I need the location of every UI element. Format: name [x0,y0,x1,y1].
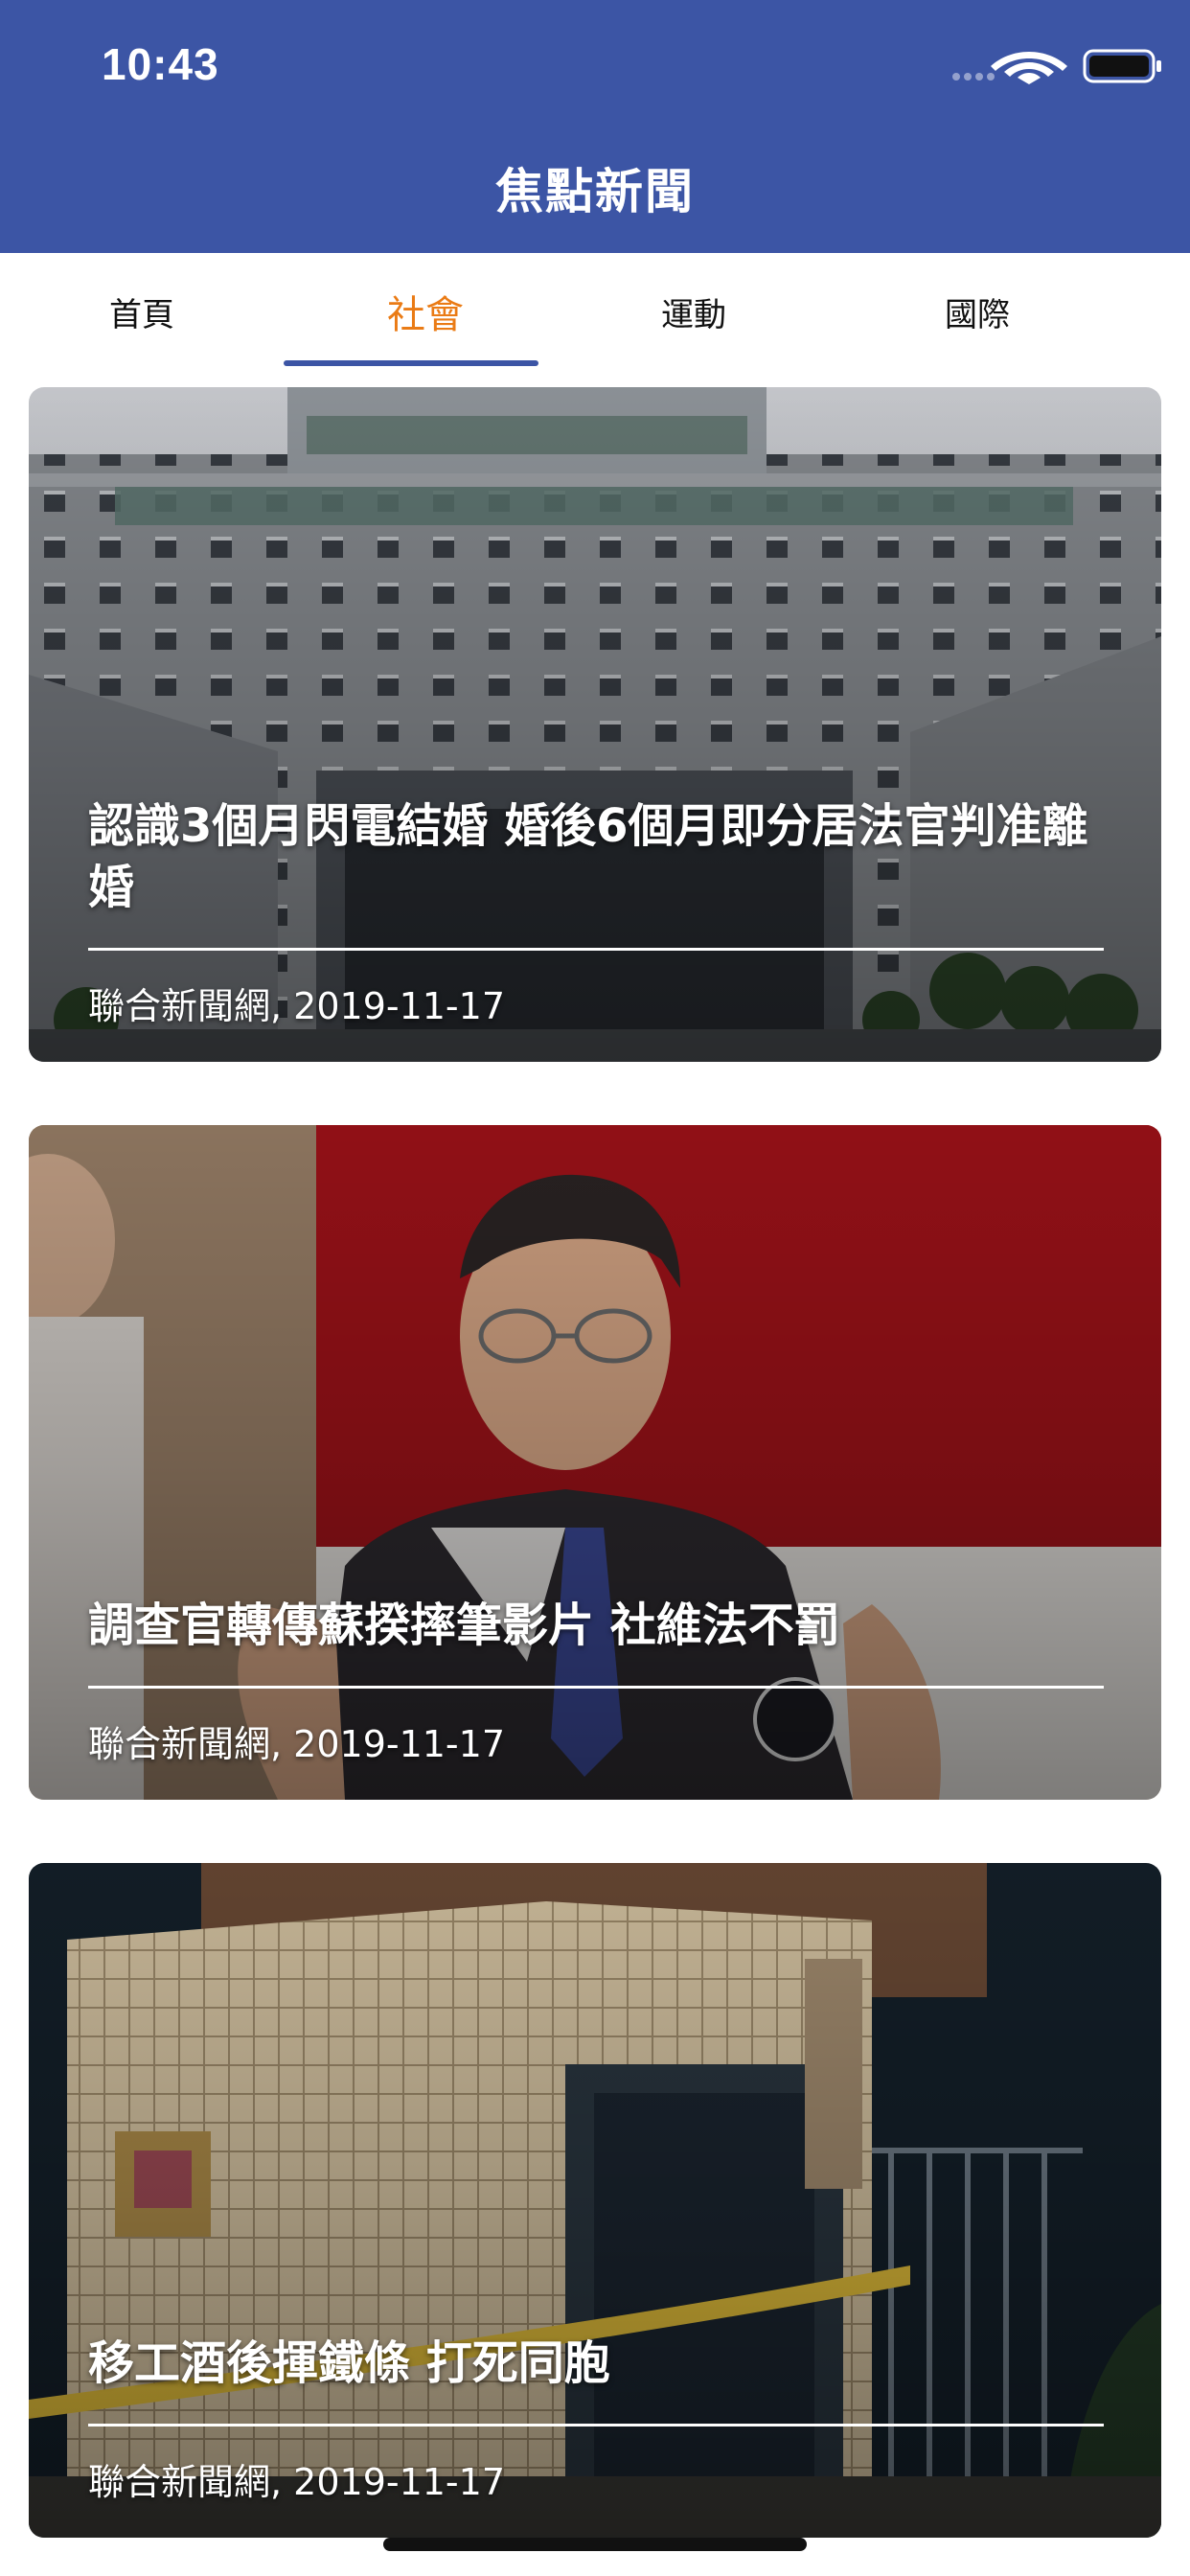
tab-label: 首頁 [109,295,174,334]
tab-sports[interactable]: 運動 [552,253,835,370]
status-icons [952,49,1161,84]
status-bar: 10:43 [0,0,1190,126]
page-title: 焦點新聞 [495,164,695,219]
tab-home[interactable]: 首頁 [0,253,284,370]
battery-icon [1083,49,1161,83]
news-source: 聯合新聞網, 2019-11-17 [88,985,505,1027]
tab-label: 社會 [387,293,464,337]
tab-society[interactable]: 社會 [284,253,567,370]
news-card[interactable]: 移工酒後揮鐵條 打死同胞 聯合新聞網, 2019-11-17 [29,1863,1161,2538]
news-title: 認識3個月閃電結婚 婚後6個月即分居法官判准離婚 [88,799,1088,914]
divider [88,948,1104,951]
active-tab-indicator [284,360,538,366]
status-time: 10:43 [102,39,219,89]
cellular-signal-icon [952,73,995,80]
divider [88,2424,1104,2426]
news-list[interactable]: 認識3個月閃電結婚 婚後6個月即分居法官判准離婚 聯合新聞網, 2019-11-… [0,370,1190,2576]
app-header: 10:43 焦點新聞 [0,0,1190,253]
news-title: 調查官轉傳蘇揆摔筆影片 社維法不罰 [88,1598,840,1652]
wifi-icon [991,52,1067,84]
news-source: 聯合新聞網, 2019-11-17 [88,2461,505,2503]
news-card[interactable]: 認識3個月閃電結婚 婚後6個月即分居法官判准離婚 聯合新聞網, 2019-11-… [29,387,1161,1062]
tab-label: 國際 [945,295,1010,334]
category-tab-bar: 首頁 社會 運動 國際 [0,253,1190,370]
home-indicator[interactable] [383,2538,807,2551]
news-title: 移工酒後揮鐵條 打死同胞 [88,2336,610,2390]
news-card[interactable]: 調查官轉傳蘇揆摔筆影片 社維法不罰 聯合新聞網, 2019-11-17 [29,1125,1161,1800]
tab-label: 運動 [661,295,726,334]
tab-international[interactable]: 國際 [835,253,1119,370]
divider [88,1686,1104,1689]
news-source: 聯合新聞網, 2019-11-17 [88,1723,505,1765]
